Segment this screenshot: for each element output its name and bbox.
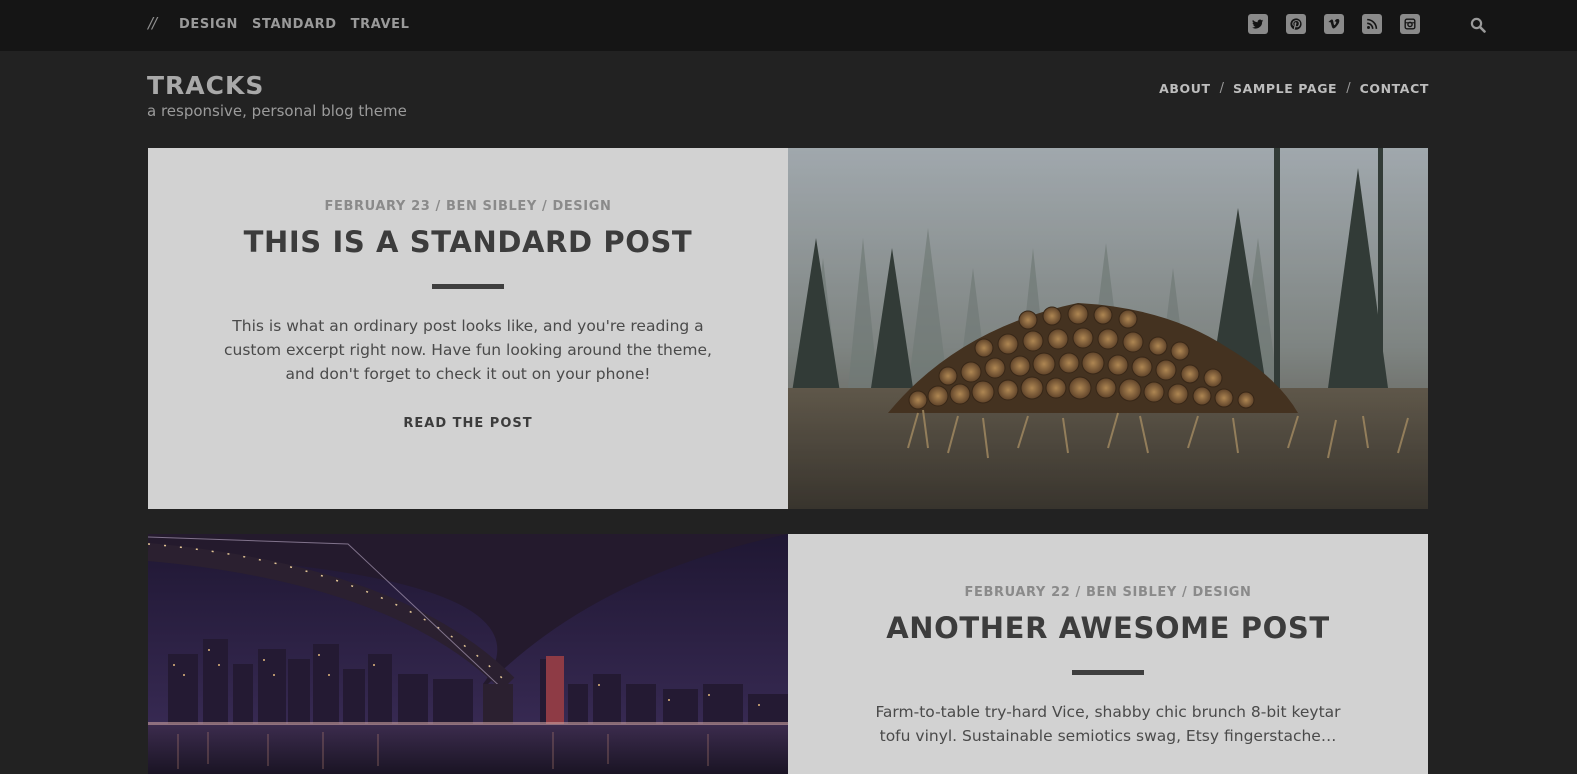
category-link-design[interactable]: DESIGN <box>179 17 238 32</box>
post-excerpt: Farm-to-table try-hard Vice, shabby chic… <box>875 703 1341 745</box>
site-tagline: a responsive, personal blog theme <box>147 102 407 120</box>
post-title[interactable]: THIS IS A STANDARD POST <box>148 225 788 259</box>
title-divider <box>432 284 504 289</box>
instagram-icon[interactable] <box>1400 14 1420 34</box>
post-card: FEBRUARY 22 / BEN SIBLEY / DESIGN ANOTHE… <box>148 534 1428 774</box>
social-icons <box>1248 14 1420 34</box>
category-menu: DESIGN STANDARD TRAVEL <box>179 17 410 32</box>
site-title[interactable]: TRACKS <box>147 71 264 100</box>
category-link-standard[interactable]: STANDARD <box>252 17 337 32</box>
main-nav: ABOUT / SAMPLE PAGE / CONTACT <box>1159 81 1429 96</box>
nav-separator: / <box>1219 81 1224 96</box>
search-icon[interactable] <box>1470 17 1486 33</box>
pinterest-icon[interactable] <box>1286 14 1306 34</box>
top-bar: // DESIGN STANDARD TRAVEL <box>0 0 1577 51</box>
post-featured-image[interactable] <box>148 534 788 774</box>
post-content: FEBRUARY 23 / BEN SIBLEY / DESIGN THIS I… <box>148 148 788 509</box>
read-more-link[interactable]: READ THE POST <box>148 416 788 431</box>
category-link-travel[interactable]: TRAVEL <box>351 17 410 32</box>
title-divider <box>1072 670 1144 675</box>
post-meta: FEBRUARY 23 / BEN SIBLEY / DESIGN <box>324 199 612 214</box>
nav-separator: / <box>1346 81 1351 96</box>
post-title[interactable]: ANOTHER AWESOME POST <box>788 611 1428 645</box>
nav-link-sample-page[interactable]: SAMPLE PAGE <box>1233 81 1337 96</box>
post-meta: FEBRUARY 22 / BEN SIBLEY / DESIGN <box>964 585 1252 600</box>
post-content: FEBRUARY 22 / BEN SIBLEY / DESIGN ANOTHE… <box>788 534 1428 774</box>
vimeo-icon[interactable] <box>1324 14 1344 34</box>
nav-link-about[interactable]: ABOUT <box>1159 81 1211 96</box>
nav-link-contact[interactable]: CONTACT <box>1360 81 1429 96</box>
twitter-icon[interactable] <box>1248 14 1268 34</box>
rss-icon[interactable] <box>1362 14 1382 34</box>
post-excerpt: This is what an ordinary post looks like… <box>224 317 712 383</box>
post-card: FEBRUARY 23 / BEN SIBLEY / DESIGN THIS I… <box>148 148 1428 509</box>
category-prefix: // <box>148 14 157 32</box>
post-featured-image[interactable] <box>788 148 1428 509</box>
